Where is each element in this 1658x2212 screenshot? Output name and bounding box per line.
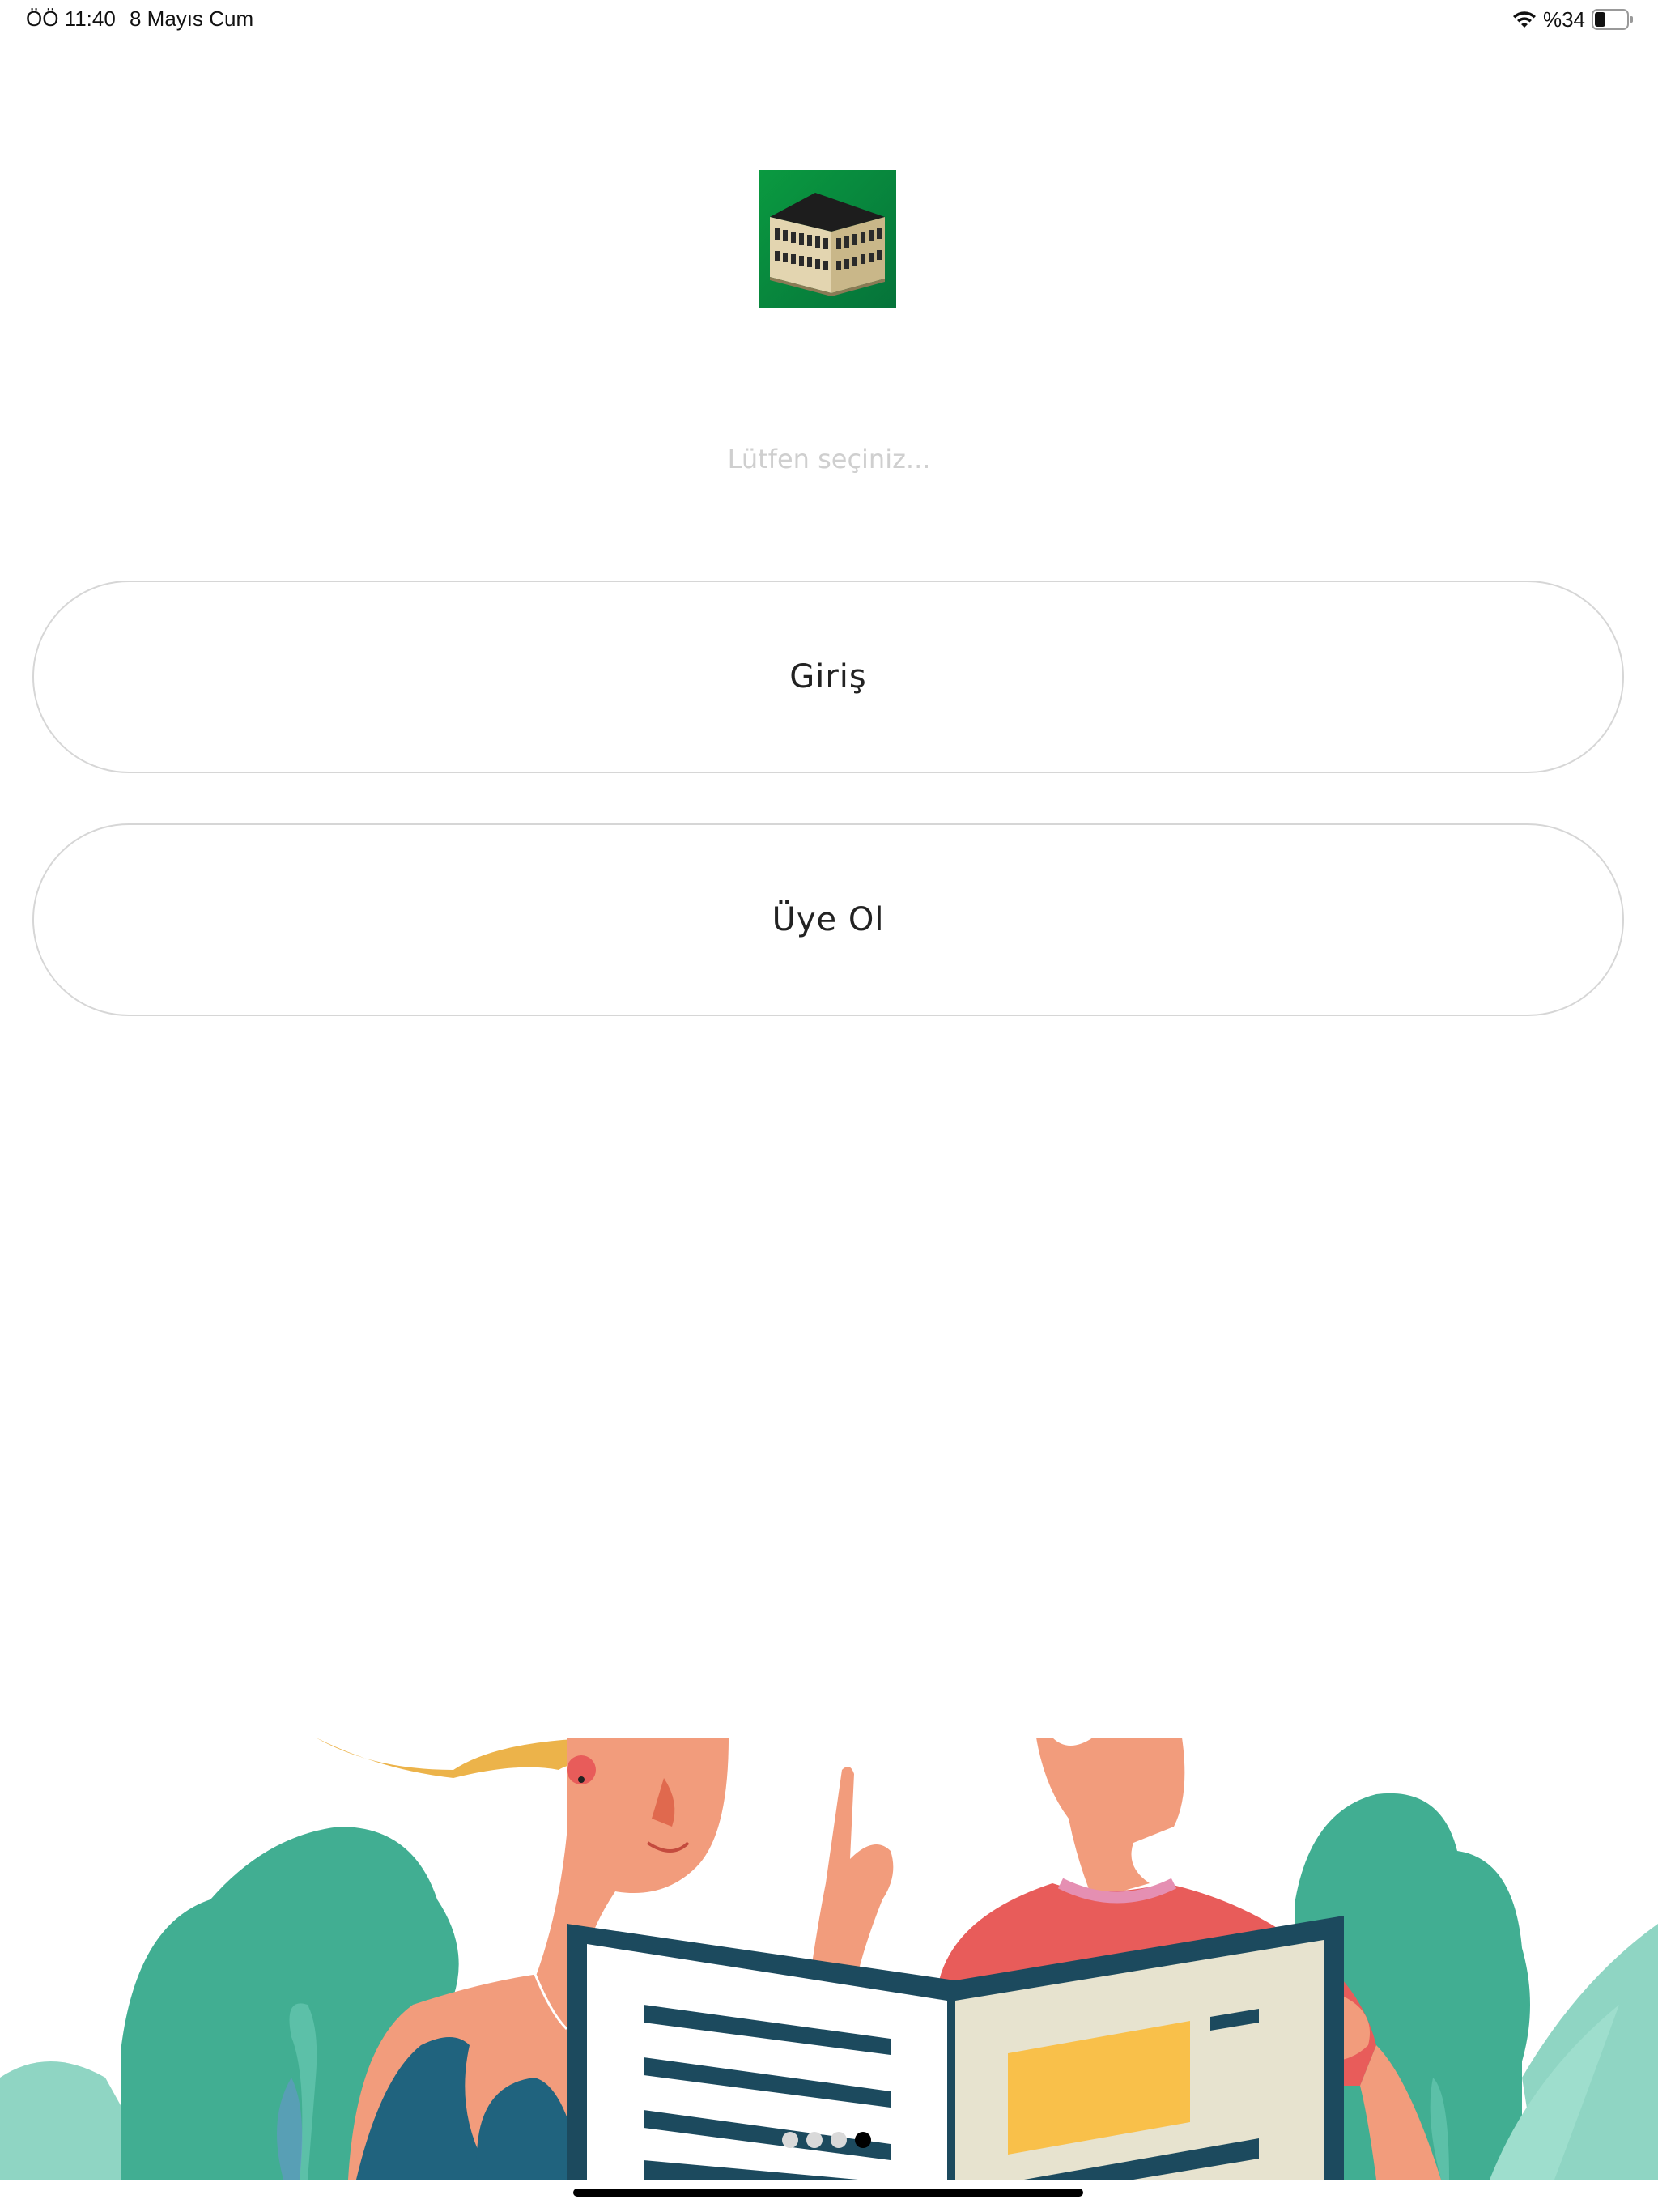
login-button[interactable]: Giriş: [32, 581, 1624, 773]
page-dot[interactable]: [782, 2132, 798, 2148]
battery-icon: [1592, 9, 1633, 30]
people-reading-newspaper-illustration: [0, 1738, 1658, 2180]
home-indicator[interactable]: [573, 2189, 1083, 2197]
building-logo: [759, 170, 896, 308]
status-indicators: %34: [1512, 6, 1634, 32]
wifi-icon: [1512, 11, 1536, 28]
page-dot[interactable]: [831, 2132, 847, 2148]
page-indicator[interactable]: [782, 2130, 871, 2150]
page-dot-active[interactable]: [855, 2132, 871, 2148]
status-time: ÖÖ 11:40: [26, 6, 116, 31]
screen: ÖÖ 11:40 8 Mayıs Cum %34 Lütfen seçiniz.…: [0, 0, 1658, 2212]
battery-percent: %34: [1542, 6, 1585, 32]
register-button[interactable]: Üye Ol: [32, 823, 1624, 1016]
page-dot[interactable]: [806, 2132, 823, 2148]
register-button-label: Üye Ol: [772, 901, 885, 938]
login-button-label: Giriş: [789, 658, 867, 696]
status-date: 8 Mayıs Cum: [130, 6, 254, 31]
select-prompt: Lütfen seçiniz...: [727, 444, 931, 474]
status-bar: ÖÖ 11:40 8 Mayıs Cum %34: [0, 0, 1658, 39]
